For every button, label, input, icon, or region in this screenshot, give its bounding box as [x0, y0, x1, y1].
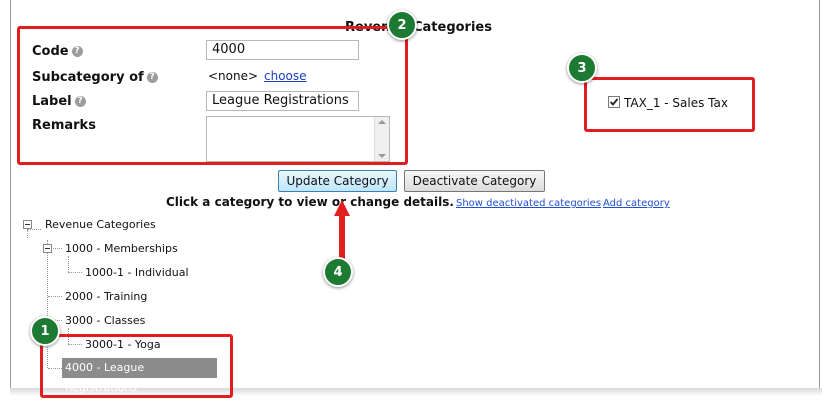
callout-box-form	[17, 26, 408, 165]
arrow-shaft	[339, 215, 345, 259]
tree-connector	[68, 256, 69, 272]
deactivate-category-button[interactable]: Deactivate Category	[404, 170, 545, 192]
add-category-link[interactable]: Add category	[603, 198, 670, 209]
show-deactivated-link[interactable]: Show deactivated categories	[456, 198, 601, 209]
tree-connector	[48, 296, 62, 297]
tree-item[interactable]: 1000 - Memberships	[65, 242, 178, 255]
callout-badge-2: 2	[387, 10, 417, 40]
arrow-head-icon	[334, 200, 350, 216]
update-category-button[interactable]: Update Category	[278, 170, 397, 192]
collapse-icon[interactable]	[43, 244, 52, 253]
callout-badge-1: 1	[30, 316, 60, 346]
tree-root[interactable]: Revenue Categories	[45, 218, 156, 231]
callout-box-tree	[40, 334, 233, 398]
tree-item[interactable]: 3000 - Classes	[65, 314, 145, 327]
callout-box-tax	[584, 77, 755, 132]
tree-connector	[27, 230, 28, 238]
tree-connector	[68, 272, 82, 273]
tree-item[interactable]: 2000 - Training	[65, 290, 147, 303]
callout-badge-4: 4	[323, 257, 353, 287]
instructions-text: Click a category to view or change detai…	[166, 195, 454, 209]
tree-item[interactable]: 1000-1 - Individual	[85, 266, 189, 279]
collapse-icon[interactable]	[23, 220, 32, 229]
callout-badge-3: 3	[567, 53, 597, 83]
tree-connector	[27, 229, 41, 230]
